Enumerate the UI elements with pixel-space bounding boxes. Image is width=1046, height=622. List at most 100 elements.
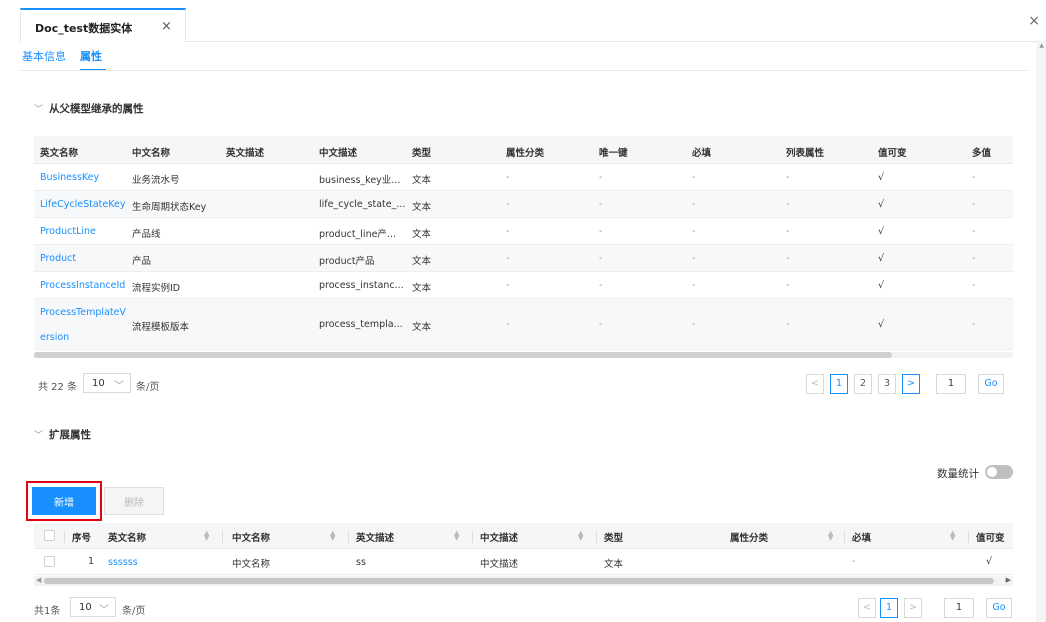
section-inherited-header[interactable]: ﹀ 从父模型继承的属性 <box>34 101 144 116</box>
count-toggle[interactable] <box>985 465 1013 479</box>
scroll-left-icon[interactable]: ◀ <box>36 576 41 584</box>
next-page-button[interactable]: > <box>904 598 922 618</box>
close-icon[interactable]: × <box>161 19 172 34</box>
add-button[interactable]: 新增 <box>32 487 96 515</box>
table-row: ProcessInstanceId 流程实例ID process_instanc… <box>34 272 1013 299</box>
sort-icon[interactable]: ▲ ▼ <box>330 530 335 542</box>
table-cell: 文本 <box>412 283 432 294</box>
delete-button[interactable]: 删除 <box>104 487 164 515</box>
table-cell: - <box>972 280 976 291</box>
table-cell: ss <box>356 557 366 568</box>
goto-page-input[interactable]: 1 <box>944 598 974 618</box>
column-separator <box>472 531 473 543</box>
sort-icon[interactable]: ▲ ▼ <box>828 530 833 542</box>
attribute-name-link[interactable]: BusinessKey <box>40 172 99 183</box>
tab-basic-info[interactable]: 基本信息 <box>22 48 66 64</box>
page-button[interactable]: 3 <box>878 374 896 394</box>
table-cell: 流程模板版本 <box>132 322 190 333</box>
attribute-name-link[interactable]: Product <box>40 253 76 264</box>
column-header: 值可变 <box>878 148 907 159</box>
attribute-name-link[interactable]: ProcessTemplateV <box>40 307 126 318</box>
document-tab-title: Doc_test数据实体 <box>35 22 133 35</box>
column-header: 英文名称 <box>108 533 147 544</box>
table-cell: 生命周期状态Key <box>132 202 207 213</box>
table-cell: - <box>599 199 603 210</box>
column-header: 唯一键 <box>599 148 628 159</box>
table-cell: √ <box>878 319 885 330</box>
table-cell: business_key业... <box>319 175 401 186</box>
table-cell: - <box>786 172 790 183</box>
attribute-name-link[interactable]: ProductLine <box>40 226 96 237</box>
page-button[interactable]: 1 <box>830 374 848 394</box>
column-separator <box>64 531 65 543</box>
attribute-name-link[interactable]: LifeCycleStateKey <box>40 199 125 210</box>
horizontal-scrollbar[interactable]: ◀ ▶ <box>34 576 1013 586</box>
goto-page-input[interactable]: 1 <box>936 374 966 394</box>
table-cell: - <box>506 319 510 330</box>
select-all-checkbox[interactable] <box>44 530 55 541</box>
page-size-select[interactable]: 10 ﹀ <box>70 597 116 617</box>
column-header: 必填 <box>852 533 872 544</box>
scroll-up-icon[interactable]: ▲ <box>1039 42 1044 49</box>
table-cell: - <box>506 199 510 210</box>
sort-icon[interactable]: ▲ ▼ <box>454 530 459 542</box>
table-row: ProcessTemplateV ersion 流程模板版本 process_t… <box>34 299 1013 350</box>
scrollbar-thumb[interactable] <box>44 578 994 584</box>
tab-attributes[interactable]: 属性 <box>80 48 102 64</box>
sort-icon[interactable]: ▲ ▼ <box>578 530 583 542</box>
section-extended-header[interactable]: ﹀ 扩展属性 <box>34 427 91 442</box>
page-button[interactable]: 1 <box>880 598 898 618</box>
next-page-button[interactable]: > <box>902 374 920 394</box>
goto-page-button[interactable]: Go <box>986 598 1012 618</box>
page-size-select[interactable]: 10 ﹀ <box>83 373 131 393</box>
table-cell: - <box>692 172 696 183</box>
column-header: 中文名称 <box>232 533 271 544</box>
table-cell: - <box>972 226 976 237</box>
chevron-down-icon: ﹀ <box>34 431 44 441</box>
document-tab[interactable]: Doc_test数据实体 × <box>20 8 186 42</box>
page-size-unit: 条/页 <box>122 606 146 617</box>
table-cell: life_cycle_state_... <box>319 199 406 210</box>
page-size-unit: 条/页 <box>136 382 160 393</box>
table-cell: 文本 <box>412 229 432 240</box>
table-cell: - <box>692 319 696 330</box>
table-row: 1 ssssss 中文名称 ss 中文描述 文本 - √ <box>34 549 1013 575</box>
horizontal-scrollbar[interactable] <box>34 352 1013 358</box>
vertical-scrollbar[interactable] <box>1036 40 1046 622</box>
scroll-right-icon[interactable]: ▶ <box>1006 576 1011 584</box>
table-cell: - <box>599 172 603 183</box>
row-checkbox[interactable] <box>44 556 55 567</box>
prev-page-button[interactable]: < <box>858 598 876 618</box>
sort-icon[interactable]: ▲ ▼ <box>204 530 209 542</box>
pager-total: 共1条 <box>34 606 61 617</box>
table-cell: 中文描述 <box>480 559 519 570</box>
table-row: ProductLine 产品线 product_line产... 文本 - - … <box>34 218 1013 245</box>
attribute-name-link[interactable]: ProcessInstanceId <box>40 280 125 291</box>
extended-table-header: 序号 英文名称 ▲ ▼ 中文名称 ▲ ▼ 英文描述 ▲ ▼ 中文描述 ▲ ▼ 类型 属性… <box>34 523 1013 549</box>
attribute-name-link-continued[interactable]: ersion <box>40 332 69 343</box>
attribute-name-link[interactable]: ssssss <box>108 557 138 568</box>
column-header: 类型 <box>604 533 624 544</box>
column-header: 中文名称 <box>132 148 171 159</box>
table-cell: 文本 <box>604 559 624 570</box>
pager-total: 共 22 条 <box>38 382 78 393</box>
goto-page-button[interactable]: Go <box>978 374 1004 394</box>
table-cell: - <box>786 199 790 210</box>
table-cell: - <box>972 199 976 210</box>
column-header: 英文描述 <box>226 148 265 159</box>
window-close-icon[interactable]: × <box>1028 13 1040 29</box>
column-separator <box>348 531 349 543</box>
column-header: 英文描述 <box>356 533 395 544</box>
sort-icon[interactable]: ▲ ▼ <box>950 530 955 542</box>
column-header: 英文名称 <box>40 148 79 159</box>
table-cell: 流程实例ID <box>132 283 181 294</box>
scrollbar-thumb[interactable] <box>34 352 892 358</box>
table-cell: - <box>786 253 790 264</box>
page-button[interactable]: 2 <box>854 374 872 394</box>
column-header: 序号 <box>72 533 92 544</box>
prev-page-button[interactable]: < <box>806 374 824 394</box>
table-cell: - <box>692 253 696 264</box>
table-cell: - <box>786 280 790 291</box>
table-cell: √ <box>878 199 885 210</box>
section-inherited-title: 从父模型继承的属性 <box>49 103 144 115</box>
